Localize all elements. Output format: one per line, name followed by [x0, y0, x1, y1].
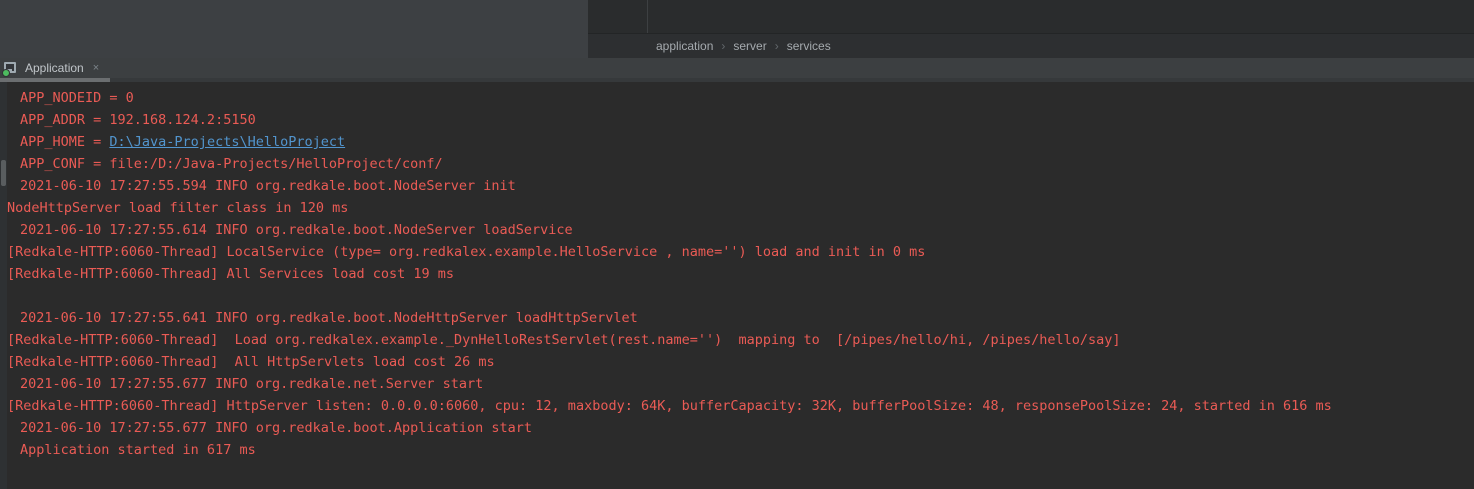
breadcrumb-item-application[interactable]: application — [656, 39, 713, 53]
file-path-link[interactable]: D:\Java-Projects\HelloProject — [109, 134, 345, 150]
scrollbar-thumb[interactable] — [1, 160, 6, 186]
console-line: APP_NODEID = 0 — [0, 87, 1474, 109]
console-line-text: NodeHttpServer load filter class in 120 … — [7, 200, 348, 216]
console-line-text: 2021-06-10 17:27:55.641 INFO org.redkale… — [20, 310, 638, 326]
console-line-text: APP_ADDR = 192.168.124.2:5150 — [20, 112, 256, 128]
console-line: 2021-06-10 17:27:55.594 INFO org.redkale… — [0, 175, 1474, 197]
chevron-right-icon: › — [721, 39, 725, 53]
close-icon[interactable]: × — [93, 63, 99, 74]
console-line: 2021-06-10 17:27:55.677 INFO org.redkale… — [0, 417, 1474, 439]
chevron-right-icon: › — [775, 39, 779, 53]
console-line-text: [Redkale-HTTP:6060-Thread] LocalService … — [7, 244, 925, 260]
breadcrumb-item-server[interactable]: server — [733, 39, 766, 53]
console-line: [Redkale-HTTP:6060-Thread] LocalService … — [0, 241, 1474, 263]
ide-window: application › server › services Application … — [0, 0, 1474, 489]
console-line-text: [Redkale-HTTP:6060-Thread] HttpServer li… — [7, 398, 1332, 414]
console-line: APP_HOME = D:\Java-Projects\HelloProject — [0, 131, 1474, 153]
running-status-dot — [2, 69, 10, 77]
console-line-text: [Redkale-HTTP:6060-Thread] All HttpServl… — [7, 354, 495, 370]
editor-pane-right — [588, 0, 1474, 33]
console-line: 2021-06-10 17:27:55.677 INFO org.redkale… — [0, 373, 1474, 395]
console-line: [Redkale-HTTP:6060-Thread] HttpServer li… — [0, 395, 1474, 417]
run-console-icon — [3, 61, 19, 75]
console-line-text: APP_NODEID = 0 — [20, 90, 134, 106]
console-line: [Redkale-HTTP:6060-Thread] Load org.redk… — [0, 329, 1474, 351]
tab-label: Application — [25, 61, 84, 75]
console-line-text: 2021-06-10 17:27:55.677 INFO org.redkale… — [20, 376, 483, 392]
console-gutter — [0, 82, 7, 489]
console-output[interactable]: APP_NODEID = 0 APP_ADDR = 192.168.124.2:5… — [0, 82, 1474, 489]
selected-tab-underline — [0, 78, 110, 82]
console-line: NodeHttpServer load filter class in 120 … — [0, 197, 1474, 219]
console-line-text: Application started in 617 ms — [20, 442, 256, 458]
console-line: [Redkale-HTTP:6060-Thread] All Services … — [0, 263, 1474, 285]
console-line: [Redkale-HTTP:6060-Thread] All HttpServl… — [0, 351, 1474, 373]
console-line: APP_CONF = file:/D:/Java-Projects/HelloP… — [0, 153, 1474, 175]
editor-split-divider — [647, 0, 648, 33]
console-line-text: APP_HOME = — [20, 134, 109, 150]
console-line: 2021-06-10 17:27:55.614 INFO org.redkale… — [0, 219, 1474, 241]
console-line-text: APP_CONF = file:/D:/Java-Projects/HelloP… — [20, 156, 443, 172]
console-line-text: 2021-06-10 17:27:55.594 INFO org.redkale… — [20, 178, 516, 194]
console-line: Application started in 617 ms — [0, 439, 1474, 461]
console-line: APP_ADDR = 192.168.124.2:5150 — [0, 109, 1474, 131]
breadcrumb-item-services[interactable]: services — [787, 39, 831, 53]
console-line-text: [Redkale-HTTP:6060-Thread] Load org.redk… — [7, 332, 1121, 348]
console-line-text: [Redkale-HTTP:6060-Thread] All Services … — [7, 266, 454, 282]
console-blank-line — [0, 285, 1474, 307]
console-line-text: 2021-06-10 17:27:55.677 INFO org.redkale… — [20, 420, 532, 436]
console-line: 2021-06-10 17:27:55.641 INFO org.redkale… — [0, 307, 1474, 329]
breadcrumb: application › server › services — [588, 34, 1474, 58]
run-toolwindow-tabbar: Application × — [0, 58, 1474, 84]
tab-application[interactable]: Application × — [0, 58, 105, 78]
editor-pane-left — [0, 0, 588, 58]
console-line-text: 2021-06-10 17:27:55.614 INFO org.redkale… — [20, 222, 573, 238]
